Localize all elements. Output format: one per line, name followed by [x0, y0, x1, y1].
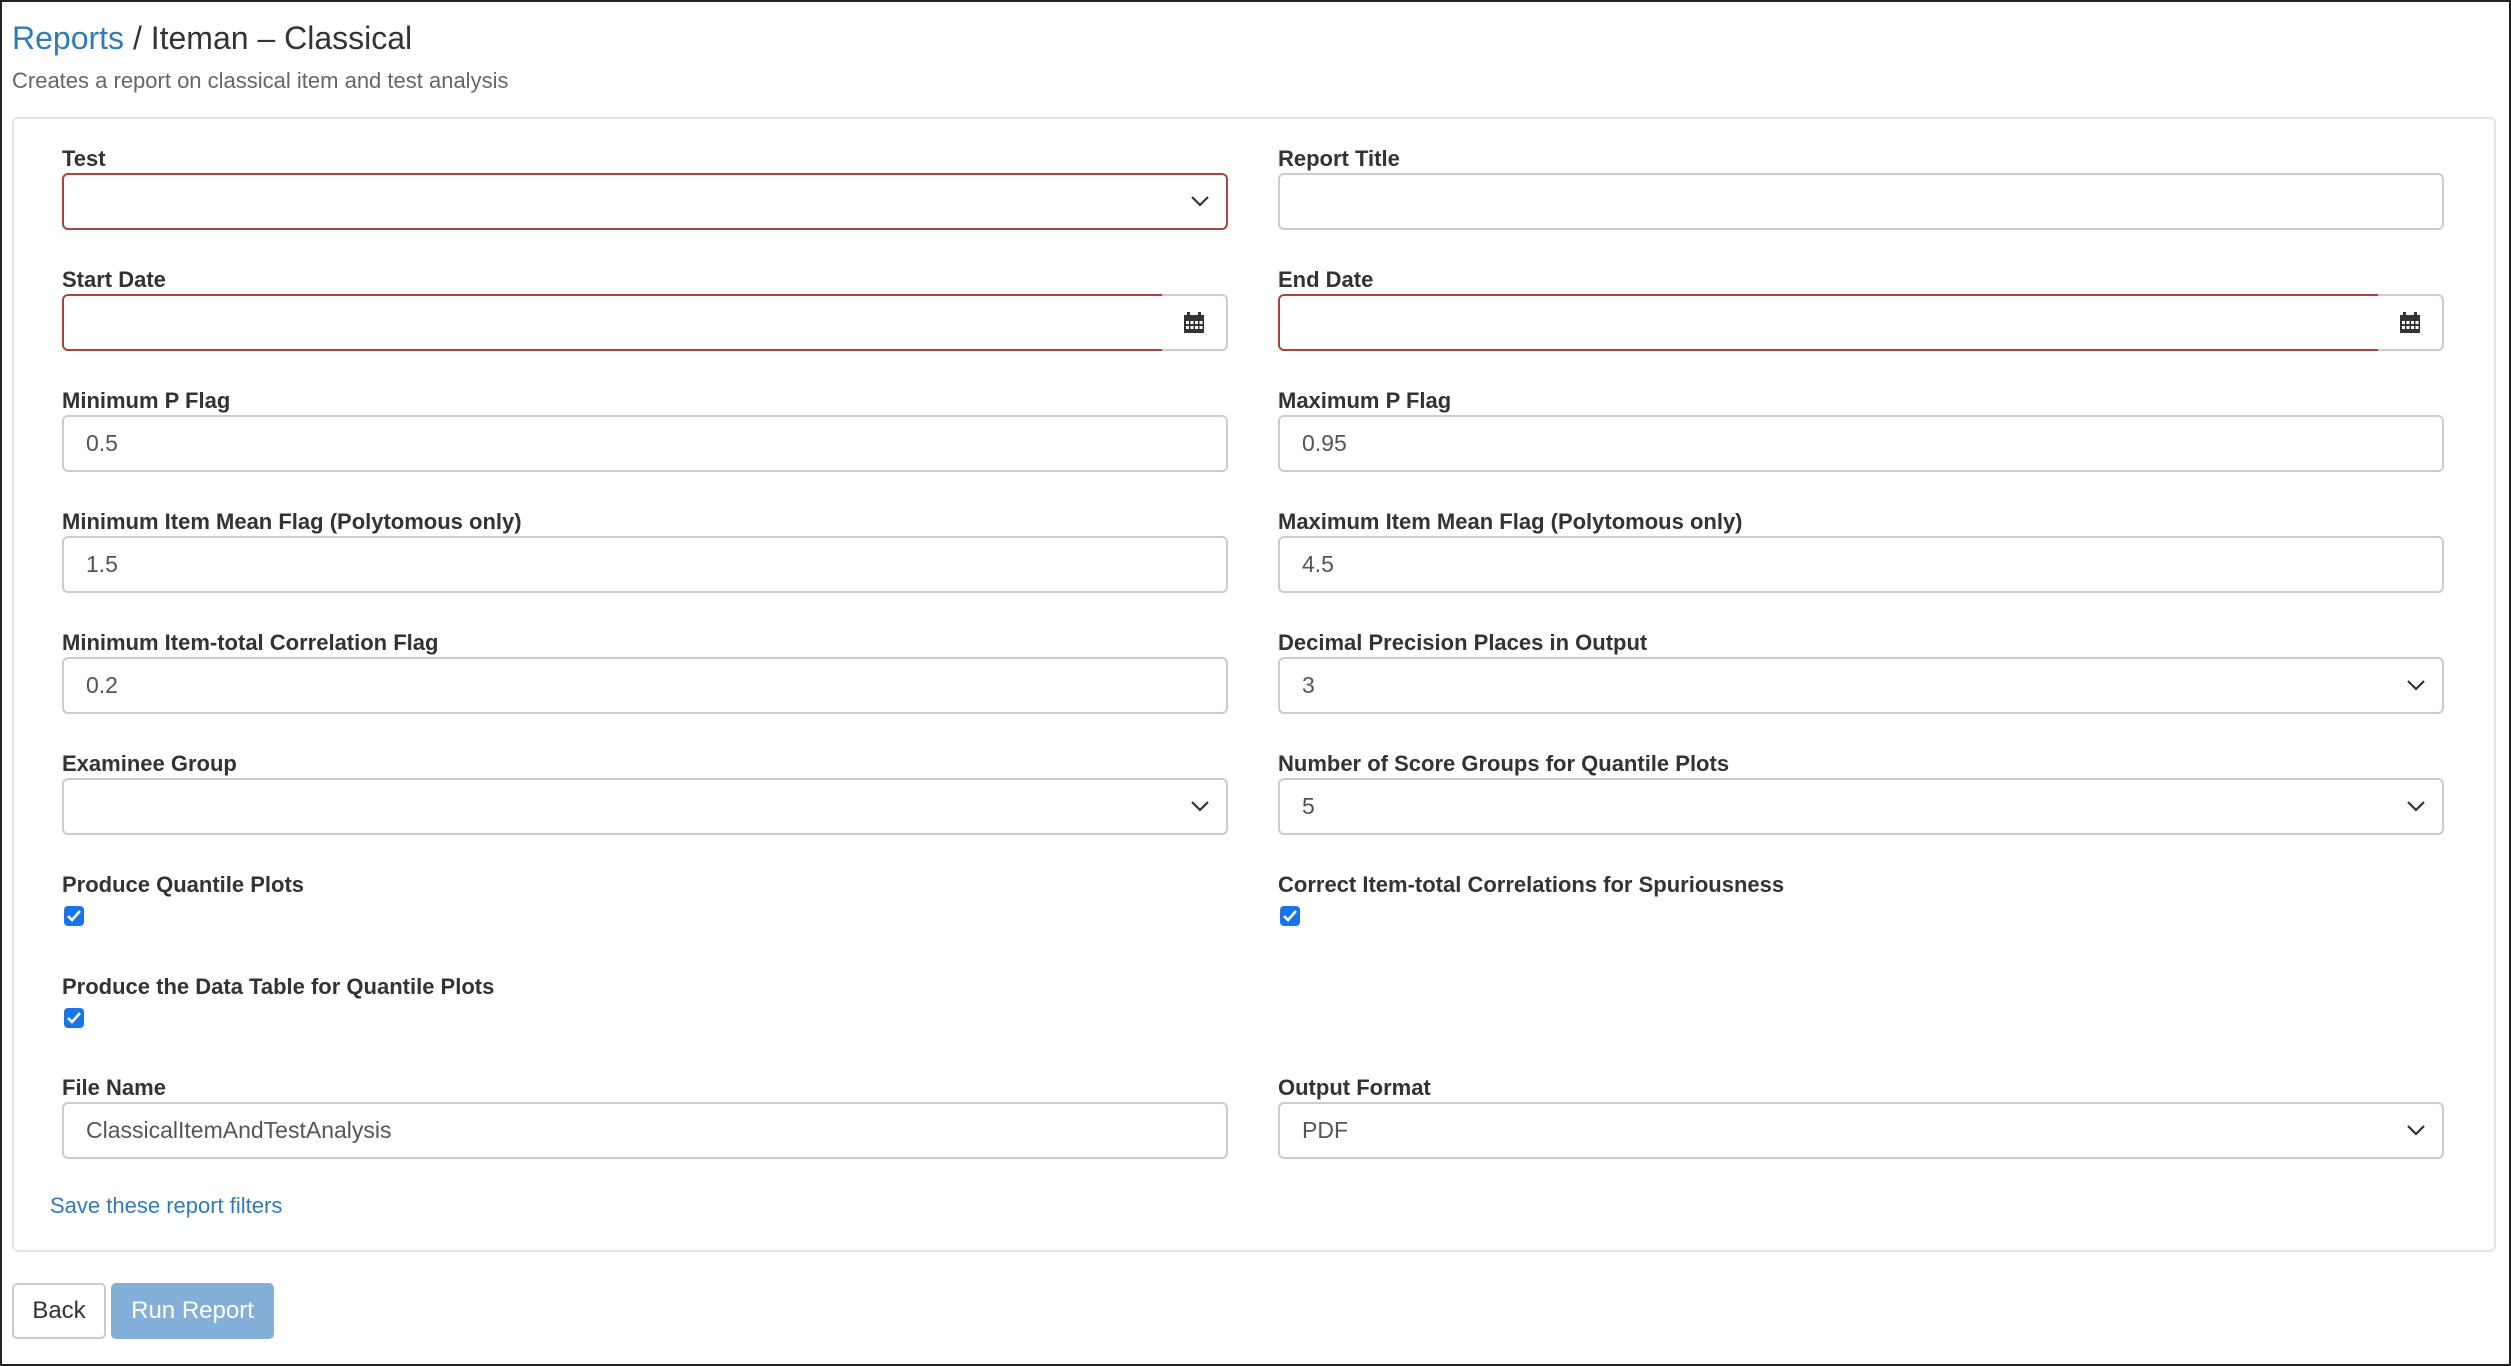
min-p-flag-field: Minimum P Flag 0.5	[62, 388, 1228, 472]
end-date-input[interactable]	[1278, 294, 2380, 351]
file-name-field: File Name ClassicalItemAndTestAnalysis	[62, 1075, 1228, 1159]
start-date-label: Start Date	[62, 267, 166, 292]
max-p-flag-label: Maximum P Flag	[1278, 388, 1452, 413]
max-item-mean-input[interactable]: 4.5	[1278, 536, 2444, 593]
report-title-label: Report Title	[1278, 146, 1400, 171]
min-item-mean-field: Minimum Item Mean Flag (Polytomous only)…	[62, 509, 1228, 593]
decimal-precision-label: Decimal Precision Places in Output	[1278, 630, 1648, 655]
score-groups-select[interactable]: 5	[1278, 778, 2444, 835]
calendar-icon	[2400, 312, 2420, 333]
end-date-calendar-button[interactable]	[2378, 294, 2444, 351]
chevron-down-icon	[2407, 801, 2425, 812]
test-field: Test	[62, 146, 1228, 230]
calendar-icon	[1184, 312, 1204, 333]
score-groups-label: Number of Score Groups for Quantile Plot…	[1278, 751, 1730, 776]
file-name-input[interactable]: ClassicalItemAndTestAnalysis	[62, 1102, 1228, 1159]
page-title: Reports / Iteman – Classical	[12, 18, 412, 58]
correct-spuriousness-field: Correct Item-total Correlations for Spur…	[1278, 872, 1978, 932]
produce-data-table-label: Produce the Data Table for Quantile Plot…	[62, 974, 495, 999]
test-select[interactable]	[62, 173, 1228, 230]
checkmark-icon	[1283, 910, 1297, 922]
min-item-total-corr-label: Minimum Item-total Correlation Flag	[62, 630, 439, 655]
produce-quantile-plots-checkbox[interactable]	[64, 906, 84, 926]
min-item-total-corr-field: Minimum Item-total Correlation Flag 0.2	[62, 630, 1228, 714]
examinee-group-field: Examinee Group	[62, 751, 1228, 835]
produce-quantile-plots-field: Produce Quantile Plots	[62, 872, 662, 932]
chevron-down-icon	[1191, 196, 1209, 207]
correct-spuriousness-label: Correct Item-total Correlations for Spur…	[1278, 872, 1785, 897]
chevron-down-icon	[1191, 801, 1209, 812]
min-item-mean-input[interactable]: 1.5	[62, 536, 1228, 593]
run-report-button[interactable]: Run Report	[111, 1283, 274, 1339]
start-date-field: Start Date	[62, 267, 1228, 351]
output-format-field: Output Format PDF	[1278, 1075, 2444, 1159]
checkmark-icon	[67, 1012, 81, 1024]
max-item-mean-field: Maximum Item Mean Flag (Polytomous only)…	[1278, 509, 2444, 593]
checkmark-icon	[67, 910, 81, 922]
score-groups-field: Number of Score Groups for Quantile Plot…	[1278, 751, 2444, 835]
page-subtitle: Creates a report on classical item and t…	[12, 68, 509, 93]
min-item-total-corr-input[interactable]: 0.2	[62, 657, 1228, 714]
save-report-filters-link[interactable]: Save these report filters	[50, 1193, 282, 1219]
file-name-label: File Name	[62, 1075, 166, 1100]
start-date-calendar-button[interactable]	[1162, 294, 1228, 351]
report-title-input[interactable]	[1278, 173, 2444, 230]
min-p-flag-label: Minimum P Flag	[62, 388, 231, 413]
end-date-label: End Date	[1278, 267, 1374, 292]
report-title-field: Report Title	[1278, 146, 2444, 230]
produce-data-table-checkbox[interactable]	[64, 1008, 84, 1028]
decimal-precision-select[interactable]: 3	[1278, 657, 2444, 714]
examinee-group-select[interactable]	[62, 778, 1228, 835]
end-date-field: End Date	[1278, 267, 2444, 351]
back-button[interactable]: Back	[12, 1283, 106, 1339]
output-format-select[interactable]: PDF	[1278, 1102, 2444, 1159]
correct-spuriousness-checkbox[interactable]	[1280, 906, 1300, 926]
breadcrumb-current: Iteman – Classical	[150, 20, 413, 56]
chevron-down-icon	[2407, 680, 2425, 691]
examinee-group-label: Examinee Group	[62, 751, 237, 776]
min-item-mean-label: Minimum Item Mean Flag (Polytomous only)	[62, 509, 522, 534]
max-p-flag-input[interactable]: 0.95	[1278, 415, 2444, 472]
max-item-mean-label: Maximum Item Mean Flag (Polytomous only)	[1278, 509, 1743, 534]
chevron-down-icon	[2407, 1125, 2425, 1136]
breadcrumb-reports-link[interactable]: Reports	[12, 20, 124, 56]
max-p-flag-field: Maximum P Flag 0.95	[1278, 388, 2444, 472]
produce-data-table-field: Produce the Data Table for Quantile Plot…	[62, 974, 762, 1034]
produce-quantile-plots-label: Produce Quantile Plots	[62, 872, 305, 897]
output-format-label: Output Format	[1278, 1075, 1431, 1100]
test-label: Test	[62, 146, 106, 171]
start-date-input[interactable]	[62, 294, 1164, 351]
min-p-flag-input[interactable]: 0.5	[62, 415, 1228, 472]
breadcrumb-separator: /	[132, 20, 142, 56]
decimal-precision-field: Decimal Precision Places in Output 3	[1278, 630, 2444, 714]
